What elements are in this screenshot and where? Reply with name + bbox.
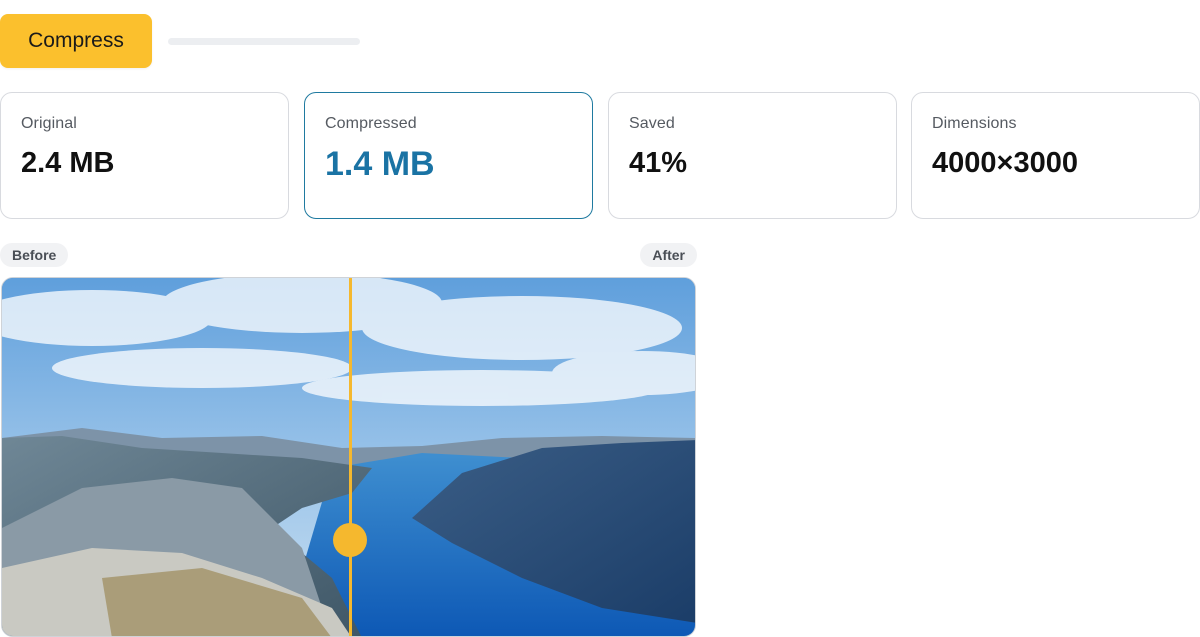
before-label: Before (0, 243, 69, 267)
compress-button[interactable]: Compress (0, 14, 152, 68)
stats-row: Original 2.4 MB Compressed 1.4 MB Saved … (0, 92, 1200, 219)
stat-card-saved: Saved 41% (608, 92, 897, 219)
stat-label: Compressed (325, 115, 417, 132)
stat-value: 41% (629, 147, 688, 179)
stat-label: Saved (629, 115, 675, 132)
comparison-divider[interactable] (349, 278, 352, 636)
stat-card-original: Original 2.4 MB (0, 92, 289, 219)
stat-value: 1.4 MB (325, 145, 435, 183)
stat-label: Dimensions (932, 115, 1017, 132)
after-label: After (640, 243, 697, 267)
stat-card-compressed: Compressed 1.4 MB (304, 92, 593, 219)
stat-card-dimensions: Dimensions 4000×3000 (911, 92, 1200, 219)
stat-value: 4000×3000 (932, 147, 1078, 179)
stat-value: 2.4 MB (21, 147, 115, 179)
stat-label: Original (21, 115, 77, 132)
comparison-labels: Before After (0, 243, 697, 267)
comparison-viewer[interactable] (1, 277, 696, 637)
slider-handle[interactable] (333, 523, 367, 557)
toolbar: Compress (0, 14, 1200, 68)
progress-bar (168, 38, 360, 45)
